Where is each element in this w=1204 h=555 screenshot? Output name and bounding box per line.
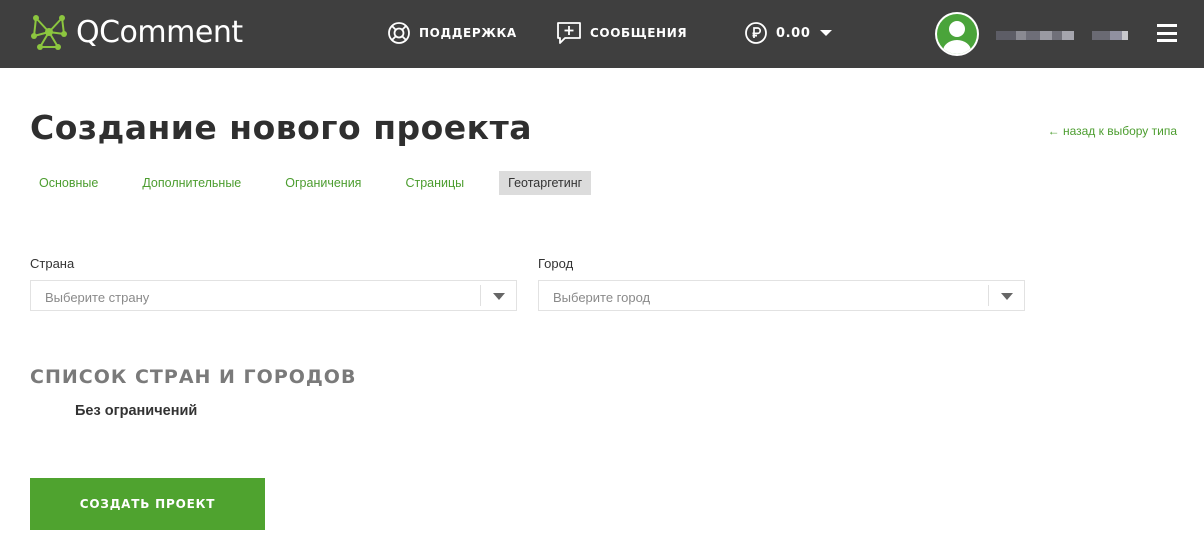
chevron-down-icon[interactable] xyxy=(1001,293,1013,300)
country-select[interactable]: Выберите страну xyxy=(30,280,517,311)
tab-additional[interactable]: Дополнительные xyxy=(133,171,250,195)
chevron-down-icon xyxy=(820,30,833,36)
network-logo-icon xyxy=(31,15,67,50)
tab-geotargeting[interactable]: Геотаргетинг xyxy=(499,171,592,195)
lifebuoy-icon xyxy=(388,22,410,44)
city-label: Город xyxy=(538,256,574,271)
support-link[interactable]: ПОДДЕРЖКА xyxy=(387,21,517,45)
support-label: ПОДДЕРЖКА xyxy=(419,26,517,40)
balance-value: 0.00 xyxy=(776,25,811,41)
page-title: Создание нового проекта xyxy=(30,108,532,147)
no-restrictions-text: Без ограничений xyxy=(75,403,198,419)
user-avatar[interactable] xyxy=(935,12,979,56)
message-plus-icon xyxy=(557,22,581,44)
select-divider xyxy=(988,285,989,306)
select-divider xyxy=(480,285,481,306)
messages-label: СООБЩЕНИЯ xyxy=(590,26,688,40)
back-to-type-link[interactable]: ← назад к выбору типа xyxy=(1048,124,1177,138)
chevron-down-icon[interactable] xyxy=(493,293,505,300)
logo-text: QComment xyxy=(76,14,243,50)
country-placeholder: Выберите страну xyxy=(45,290,150,305)
balance-dropdown[interactable]: 0.00 xyxy=(744,21,833,45)
ruble-icon xyxy=(745,22,767,44)
create-project-button[interactable]: СОЗДАТЬ ПРОЕКТ xyxy=(30,478,265,530)
city-select[interactable]: Выберите город xyxy=(538,280,1025,311)
countries-cities-list-title: СПИСОК СТРАН И ГОРОДОВ xyxy=(30,366,357,388)
user-avatar-icon xyxy=(937,14,977,54)
username-blurred[interactable] xyxy=(996,31,1128,40)
tab-pages[interactable]: Страницы xyxy=(396,171,473,195)
country-label: Страна xyxy=(30,256,75,271)
top-navigation-bar: QComment ПОДДЕРЖКА СООБЩЕНИЯ 0.00 xyxy=(0,0,1204,68)
messages-link[interactable]: СООБЩЕНИЯ xyxy=(556,21,687,45)
tab-restrictions[interactable]: Ограничения xyxy=(276,171,370,195)
hamburger-menu-icon[interactable] xyxy=(1157,24,1177,42)
tab-main[interactable]: Основные xyxy=(30,171,107,195)
logo[interactable]: QComment xyxy=(28,12,243,52)
project-tabs: Основные Дополнительные Ограничения Стра… xyxy=(30,171,592,195)
city-placeholder: Выберите город xyxy=(553,290,651,305)
